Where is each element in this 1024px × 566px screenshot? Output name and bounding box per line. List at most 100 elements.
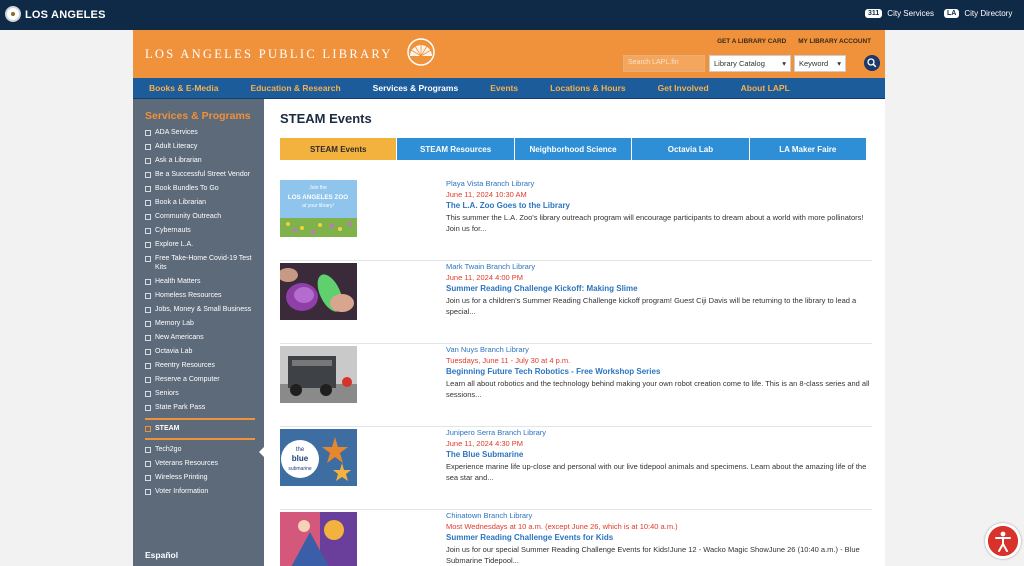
nav-locations[interactable]: Locations & Hours — [534, 83, 642, 93]
sidebar-item-memory-lab[interactable]: Memory Lab — [145, 320, 255, 329]
library-sun-logo-icon[interactable] — [405, 36, 437, 68]
tab-steam-events[interactable]: STEAM Events — [280, 138, 398, 160]
event-item: the blue submarine Junipero Serra Branch… — [280, 427, 872, 510]
nav-services[interactable]: Services & Programs — [357, 83, 475, 93]
chevron-down-icon: ▾ — [837, 59, 841, 68]
checkbox-icon — [145, 446, 151, 453]
event-branch-link[interactable]: Van Nuys Branch Library — [446, 344, 872, 355]
sidebar-item-tech2go[interactable]: Tech2go — [145, 446, 255, 455]
thumb-caption: submarine — [288, 466, 312, 472]
catalog-select[interactable]: Library Catalog ▾ — [709, 55, 791, 72]
sidebar-item-label: Adult Literacy — [155, 143, 198, 150]
slime-event-image[interactable] — [280, 263, 357, 320]
nav-about[interactable]: About LAPL — [725, 83, 806, 93]
sidebar-item-label: ADA Services — [155, 129, 198, 136]
checkbox-icon — [145, 186, 151, 192]
tab-octavia-lab[interactable]: Octavia Lab — [632, 138, 750, 160]
sidebar-item-cybernauts[interactable]: Cybernauts — [145, 227, 255, 236]
sidebar-item-ada[interactable]: ADA Services — [145, 129, 255, 138]
tab-la-maker-faire[interactable]: LA Maker Faire — [749, 138, 868, 160]
sidebar-item-adult-literacy[interactable]: Adult Literacy — [145, 143, 255, 152]
library-account-link[interactable]: MY LIBRARY ACCOUNT — [798, 38, 871, 45]
sidebar-item-label: Free Take-Home Covid-19 Test Kits — [155, 255, 252, 271]
sidebar-item-state-park-pass[interactable]: State Park Pass — [145, 404, 255, 413]
robotics-event-image[interactable] — [280, 346, 357, 403]
nav-education[interactable]: Education & Research — [234, 83, 356, 93]
services-badge: 311 — [865, 9, 883, 18]
event-description: Join us for a children's Summer Reading … — [446, 296, 857, 316]
sidebar-item-veterans[interactable]: Veterans Resources — [145, 460, 255, 469]
event-title-link[interactable]: Summer Reading Challenge Kickoff: Making… — [446, 283, 872, 294]
sidebar-item-new-americans[interactable]: New Americans — [145, 334, 255, 343]
sidebar-item-label: Reserve a Computer — [155, 375, 220, 383]
sidebar-item-jobs-money[interactable]: Jobs, Money & Small Business — [145, 306, 255, 315]
event-branch-link[interactable]: Junipero Serra Branch Library — [446, 427, 872, 438]
event-item: Chinatown Branch Library Most Wednesdays… — [280, 510, 872, 566]
accessibility-icon[interactable] — [985, 523, 1021, 559]
sidebar: Services & Programs ADA Services Adult L… — [133, 99, 265, 566]
sidebar-item-covid-test-kits[interactable]: Free Take-Home Covid-19 Test Kits — [145, 255, 255, 272]
search-button-icon[interactable] — [864, 55, 880, 71]
blue-submarine-event-image[interactable]: the blue submarine — [280, 429, 357, 486]
summer-reading-event-image[interactable] — [280, 512, 357, 566]
sidebar-item-label: STEAM — [155, 424, 180, 432]
sidebar-item-label: Veterans Resources — [155, 459, 219, 467]
tab-neighborhood-science[interactable]: Neighborhood Science — [514, 138, 633, 160]
zoo-event-image[interactable]: Join the LOS ANGELES ZOO at your library… — [280, 180, 357, 237]
sidebar-item-street-vendor[interactable]: Be a Successful Street Vendor — [145, 171, 255, 180]
nav-get-involved[interactable]: Get Involved — [642, 83, 725, 93]
sidebar-item-reentry[interactable]: Reentry Resources — [145, 362, 255, 371]
event-title-link[interactable]: The Blue Submarine — [446, 449, 872, 460]
sidebar-item-label: Cybernauts — [155, 227, 191, 234]
event-branch-link[interactable]: Chinatown Branch Library — [446, 510, 872, 521]
checkbox-icon — [145, 214, 151, 220]
event-title-link[interactable]: The L.A. Zoo Goes to the Library — [446, 200, 872, 211]
city-services-link[interactable]: 311 City Services — [865, 9, 934, 18]
sidebar-item-homeless-resources[interactable]: Homeless Resources — [145, 292, 255, 301]
event-info: Junipero Serra Branch Library June 11, 2… — [446, 427, 872, 483]
checkbox-icon — [145, 256, 151, 262]
city-directory-link[interactable]: LA City Directory — [944, 9, 1012, 18]
event-date: Tuesdays, June 11 - July 30 at 4 p.m. — [446, 356, 571, 365]
city-directory-label: City Directory — [964, 9, 1013, 18]
sidebar-item-steam[interactable]: STEAM — [145, 417, 255, 440]
checkbox-icon — [145, 474, 151, 481]
event-branch-link[interactable]: Mark Twain Branch Library — [446, 261, 872, 272]
sidebar-item-book-librarian[interactable]: Book a Librarian — [145, 199, 255, 208]
thumb-caption: blue — [292, 454, 309, 463]
checkbox-icon — [145, 488, 151, 495]
event-branch-link[interactable]: Playa Vista Branch Library — [446, 178, 872, 189]
main-content: STEAM Events STEAM Events STEAM Resource… — [280, 99, 875, 566]
sidebar-item-label: Ask a Librarian — [155, 157, 202, 164]
site-search-input[interactable]: Search LAPL.fin — [623, 55, 705, 72]
keyword-select[interactable]: Keyword ▾ — [794, 55, 846, 72]
city-seal-icon[interactable] — [5, 6, 21, 22]
sidebar-item-label: Voter Information — [155, 487, 209, 495]
tab-steam-resources[interactable]: STEAM Resources — [397, 138, 515, 160]
sidebar-item-book-bundles[interactable]: Book Bundles To Go — [145, 185, 255, 194]
sidebar-title[interactable]: Services & Programs — [145, 110, 251, 122]
sidebar-item-community-outreach[interactable]: Community Outreach — [145, 213, 255, 222]
sidebar-item-label: Health Matters — [155, 277, 201, 285]
library-card-link[interactable]: GET A LIBRARY CARD — [717, 38, 786, 45]
nav-events[interactable]: Events — [474, 83, 534, 93]
event-description: This summer the L.A. Zoo's library outre… — [446, 213, 864, 233]
checkbox-icon — [145, 306, 151, 313]
checkbox-icon — [145, 334, 151, 341]
sidebar-item-wireless-printing[interactable]: Wireless Printing — [145, 474, 255, 483]
sidebar-item-octavia-lab[interactable]: Octavia Lab — [145, 348, 255, 357]
city-name[interactable]: LOS ANGELES — [25, 9, 106, 21]
thumb-caption: Join the — [309, 185, 327, 191]
sidebar-item-seniors[interactable]: Seniors — [145, 390, 255, 399]
sidebar-item-label: Explore L.A. — [155, 241, 194, 248]
library-name[interactable]: LOS ANGELES PUBLIC LIBRARY — [145, 47, 393, 62]
sidebar-item-health-matters[interactable]: Health Matters — [145, 278, 255, 287]
language-link[interactable]: Español — [145, 550, 178, 560]
sidebar-item-ask-librarian[interactable]: Ask a Librarian — [145, 157, 255, 166]
nav-books[interactable]: Books & E-Media — [133, 83, 234, 93]
sidebar-item-voter-information[interactable]: Voter Information — [145, 488, 255, 497]
sidebar-item-explore-la[interactable]: Explore L.A. — [145, 241, 255, 250]
event-title-link[interactable]: Beginning Future Tech Robotics - Free Wo… — [446, 366, 872, 377]
event-title-link[interactable]: Summer Reading Challenge Events for Kids — [446, 532, 872, 543]
sidebar-item-reserve-computer[interactable]: Reserve a Computer — [145, 376, 255, 385]
